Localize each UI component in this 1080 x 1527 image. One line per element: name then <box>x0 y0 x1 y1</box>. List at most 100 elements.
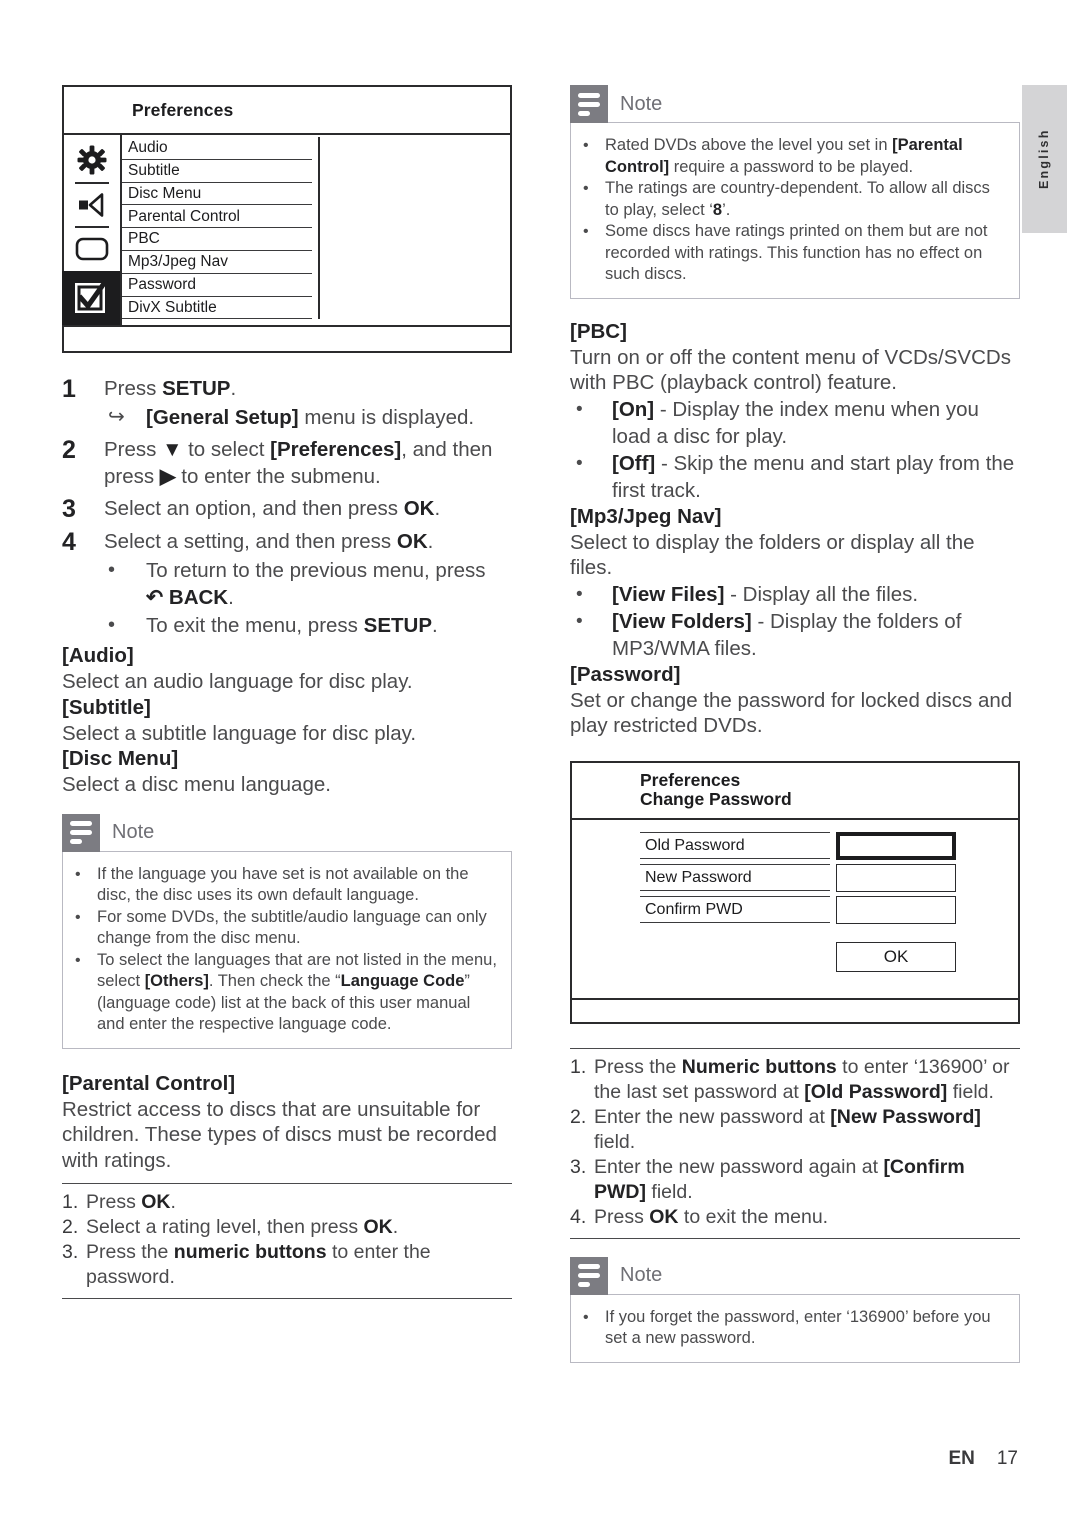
bullet-icon: • <box>576 610 583 632</box>
step-1-result: ↪ [General Setup] menu is displayed. <box>104 404 512 431</box>
step-1-text-pre: Press <box>104 377 163 400</box>
new-password-input[interactable] <box>836 863 956 892</box>
audio-body: Select an audio language for disc play. <box>62 670 413 693</box>
ok-button[interactable]: OK <box>836 941 956 972</box>
divider <box>62 1183 512 1184</box>
note-header: Note <box>570 1256 1020 1295</box>
subtitle-body: Select a subtitle language for disc play… <box>62 721 417 745</box>
disc-menu-body: Select a disc menu language. <box>62 773 331 796</box>
note-item: • If the language you have set is not av… <box>75 864 497 907</box>
note-title: Note <box>112 821 155 843</box>
pbc-option-off: • [Off] - Skip the menu and start play f… <box>570 450 1020 504</box>
note-item: • The ratings are country-dependent. To … <box>583 178 1005 221</box>
preferences-screen-title: Preferences <box>64 87 510 135</box>
preferences-screen-mock: Preferences Audio Subtitle Disc Menu Par… <box>62 85 512 353</box>
change-password-title-line-2: Change Password <box>640 788 792 809</box>
mp3-option-view-files: • [View Files] - Display all the files. <box>570 581 1020 608</box>
footer-page-number: 17 <box>996 1448 1018 1469</box>
password-body: Set or change the password for locked di… <box>570 688 1013 738</box>
change-password-screen-footer <box>572 997 1018 1022</box>
list-item: 3. Enter the new password again at [Conf… <box>570 1155 965 1203</box>
forgot-password-note: Note • If you forget the password, enter… <box>570 1256 1020 1363</box>
menu-item-pbc[interactable]: PBC <box>122 228 312 251</box>
parental-control-heading: [Parental Control] <box>62 1071 236 1095</box>
note-header: Note <box>570 85 1020 123</box>
note-body: • If you forget the password, enter ‘136… <box>570 1293 1020 1363</box>
bullet-icon: • <box>576 583 583 605</box>
step-4: 4 Select a setting, and then press OK. <box>62 528 512 556</box>
bullet-icon: • <box>75 908 81 926</box>
note-item: • If you forget the password, enter ‘136… <box>583 1307 1005 1350</box>
menu-item-parental-control[interactable]: Parental Control <box>122 205 312 229</box>
pbc-body: Turn on or off the content menu of VCDs/… <box>570 345 1011 395</box>
change-password-screen-body: Old Password New Password Confirm PWD OK <box>572 820 1018 998</box>
menu-item-disc-menu[interactable]: Disc Menu <box>122 183 312 206</box>
menu-item-audio[interactable]: Audio <box>122 137 312 160</box>
subtitle-heading: [Subtitle] <box>62 695 151 719</box>
old-password-row: Old Password <box>640 831 1018 860</box>
note-item: • To select the languages that are not l… <box>75 950 497 1036</box>
audio-heading: [Audio] <box>62 644 134 667</box>
step-2: 2 Press ▼ to select [Preferences], and t… <box>62 436 512 490</box>
pbc-section: [PBC] Turn on or off the content menu of… <box>570 319 1020 504</box>
step-3-number: 3 <box>62 495 76 523</box>
list-item: 2. Enter the new password at [New Passwo… <box>570 1105 981 1153</box>
gear-icon[interactable] <box>66 139 118 182</box>
list-item: 1. Press the Numeric buttons to enter ‘1… <box>570 1055 1010 1103</box>
language-sections: [Audio] Select an audio language for dis… <box>62 643 512 798</box>
password-procedure: 1. Press the Numeric buttons to enter ‘1… <box>570 1047 1020 1239</box>
language-note: Note • If the language you have set is n… <box>62 813 512 1049</box>
new-password-row: New Password <box>640 863 1018 892</box>
note-icon <box>62 813 100 852</box>
confirm-pwd-input[interactable] <box>836 895 956 924</box>
old-password-input[interactable] <box>836 831 956 860</box>
menu-item-password[interactable]: Password <box>122 274 312 297</box>
menu-item-divx-subtitle[interactable]: DivX Subtitle <box>122 297 312 320</box>
note-icon <box>570 1256 608 1295</box>
language-side-tab-label: English <box>1037 128 1051 190</box>
footer-locale: EN <box>948 1448 975 1469</box>
pbc-heading: [PBC] <box>570 319 627 343</box>
back-arrow-icon: ↶ <box>146 586 164 609</box>
preferences-screen-body: Audio Subtitle Disc Menu Parental Contro… <box>62 135 510 326</box>
bullet-icon: • <box>75 951 81 969</box>
step-2-number: 2 <box>62 436 76 464</box>
parental-control-section: [Parental Control] Restrict access to di… <box>62 1071 512 1299</box>
preferences-screen-footer <box>64 325 510 351</box>
confirm-pwd-row: Confirm PWD <box>640 895 1018 924</box>
old-password-label: Old Password <box>640 832 830 859</box>
video-screen-icon[interactable] <box>66 228 118 271</box>
preferences-check-icon[interactable] <box>62 270 120 326</box>
divider <box>62 1298 512 1299</box>
setup-procedure: 1 Press SETUP. ↪ [General Setup] menu is… <box>62 375 512 639</box>
step-3-text: Select an option, and then press OK. <box>104 497 441 520</box>
new-password-label: New Password <box>640 864 830 891</box>
note-item: • For some DVDs, the subtitle/audio lang… <box>75 907 497 950</box>
bullet-icon: • <box>583 223 589 240</box>
bullet-icon: • <box>576 452 583 474</box>
preferences-menu-list: Audio Subtitle Disc Menu Parental Contro… <box>122 135 510 325</box>
speaker-icon[interactable] <box>66 184 118 227</box>
arrow-right-icon: ▶ <box>159 465 176 488</box>
menu-item-subtitle[interactable]: Subtitle <box>122 160 312 183</box>
divider <box>570 1237 1020 1239</box>
step-4-sub-2: • To exit the menu, press SETUP. <box>104 612 512 639</box>
disc-menu-heading: [Disc Menu] <box>62 747 179 770</box>
mp3-option-view-folders: • [View Folders] - Display the folders o… <box>570 608 1020 662</box>
pbc-option-on: • [On] - Display the index menu when you… <box>570 396 1020 450</box>
menu-item-mp3-jpeg-nav[interactable]: Mp3/Jpeg Nav <box>122 251 312 274</box>
bullet-icon: • <box>583 180 589 197</box>
step-1-number: 1 <box>62 375 76 403</box>
manual-page: English Preferences Audio Subtitle Disc … <box>0 0 1080 1527</box>
step-2-text: Press ▼ to select [Preferences], and the… <box>104 438 493 488</box>
step-2-bold: [Preferences] <box>270 438 402 461</box>
rating-note: Note • Rated DVDs above the level you se… <box>570 85 1020 299</box>
bullet-icon: • <box>75 865 81 883</box>
bullet-icon: • <box>108 614 116 636</box>
step-1-result-rest: menu is displayed. <box>298 406 475 429</box>
left-column: Preferences Audio Subtitle Disc Menu Par… <box>62 85 512 1303</box>
parental-control-steps: 1. Press OK. 2. Select a rating level, t… <box>62 1190 512 1290</box>
list-item: 1. Press OK. <box>62 1191 176 1213</box>
right-column: Note • Rated DVDs above the level you se… <box>570 85 1020 1363</box>
change-password-title-line-1: Preferences <box>640 769 741 790</box>
